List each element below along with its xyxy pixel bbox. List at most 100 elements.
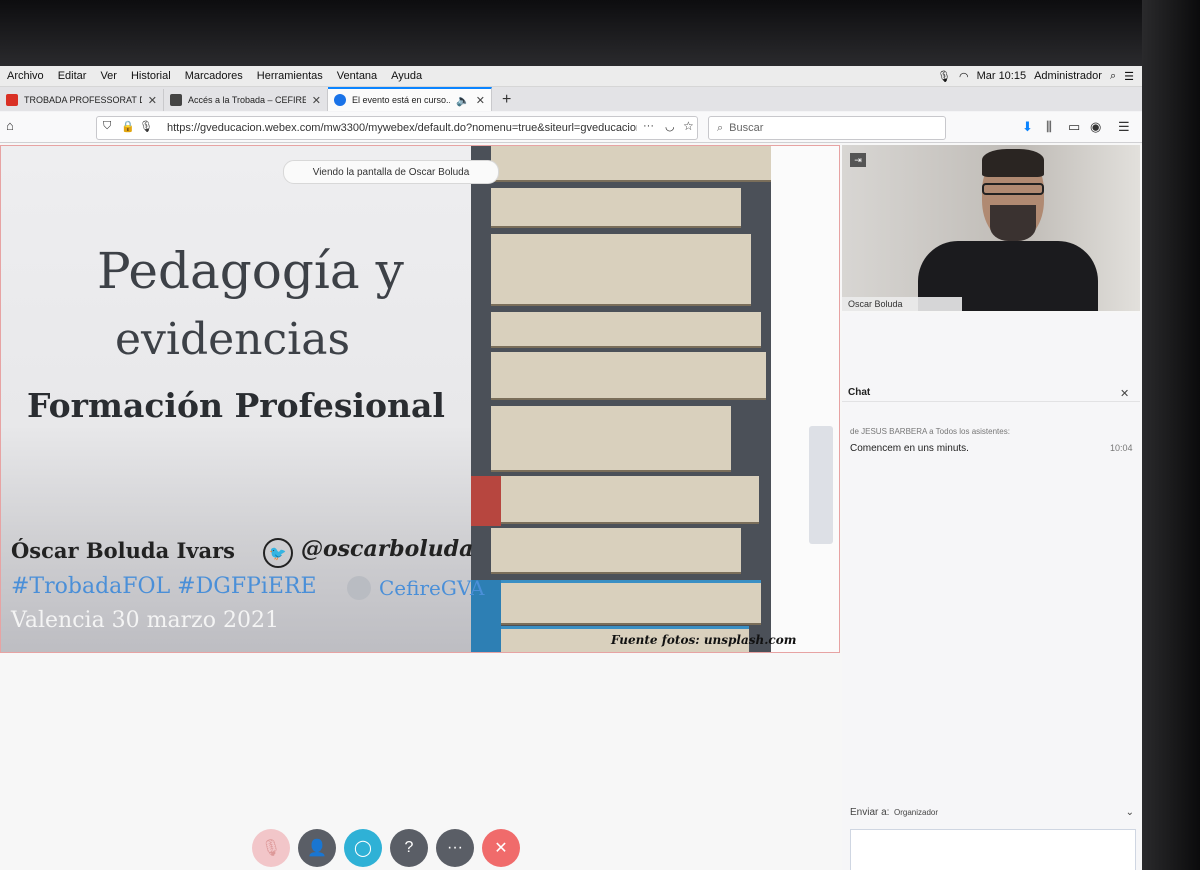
send-to-label: Enviar a: — [850, 807, 890, 818]
speaker-icon[interactable]: 🔈 — [456, 94, 470, 107]
more-icon[interactable]: ··· — [643, 120, 654, 132]
chat-header — [842, 383, 1140, 402]
expand-video-icon[interactable]: ⇥ — [850, 153, 866, 167]
sidebar-icon[interactable]: ▭ — [1068, 119, 1080, 135]
book — [491, 528, 741, 574]
navigation-bar: ⌂ ⛉ 🔒 🎙 https://gveducacion.webex.com/mw… — [0, 112, 1142, 143]
book — [491, 312, 761, 348]
home-icon[interactable]: ⌂ — [6, 118, 14, 133]
slide-title-line2: evidencias — [115, 314, 351, 365]
book — [491, 146, 771, 182]
tab-title: Accés a la Trobada – CEFIRE FP — [188, 95, 306, 105]
tab-strip: TROBADA PROFESSORAT DE L ✕ Accés a la Tr… — [0, 87, 1142, 111]
spotlight-search-icon[interactable]: ⌕ — [1110, 70, 1116, 83]
twitter-handle: @oscarboluda — [301, 536, 474, 562]
slide-author: Óscar Boluda Ivars — [11, 538, 236, 563]
chat-button[interactable]: ◯ — [344, 829, 382, 867]
close-tab-icon[interactable]: ✕ — [476, 94, 485, 107]
menu-historial[interactable]: Historial — [124, 70, 178, 82]
site-favicon-icon — [170, 94, 182, 106]
chat-bubble-icon: ◯ — [354, 840, 372, 857]
slide-subtitle: Formación Profesional — [27, 386, 445, 425]
close-tab-icon[interactable]: ✕ — [148, 94, 157, 107]
books-photo — [471, 146, 771, 652]
pocket-icon[interactable]: ◡ — [665, 120, 675, 133]
slide-margin — [771, 146, 839, 652]
book — [491, 580, 761, 625]
monitor-bezel-right — [1142, 0, 1200, 870]
book-spine — [471, 476, 501, 526]
menu-ayuda[interactable]: Ayuda — [384, 70, 429, 82]
microphone-permission-icon[interactable]: 🎙 — [139, 120, 153, 133]
menu-bar: Archivo Editar Ver Historial Marcadores … — [0, 66, 1142, 87]
more-icon: ··· — [447, 839, 463, 856]
participant-glasses — [982, 183, 1044, 195]
slide-cefire: CefireGVA — [379, 576, 485, 600]
book — [491, 476, 759, 524]
wifi-icon[interactable]: ◠ — [959, 70, 969, 83]
close-chat-icon[interactable]: ✕ — [1120, 387, 1129, 400]
library-icon[interactable]: ⫼ — [1046, 119, 1052, 135]
chat-message-sender: de JESUS BARBERA a Todos los asistentes: — [850, 427, 1010, 436]
viewing-screen-banner: Viendo la pantalla de Oscar Boluda — [283, 160, 499, 184]
photo-credit: Fuente fotos: unsplash.com — [611, 633, 797, 647]
url-bar[interactable]: ⛉ 🔒 🎙 https://gveducacion.webex.com/mw33… — [96, 116, 698, 140]
menu-herramientas[interactable]: Herramientas — [250, 70, 330, 82]
url-text[interactable]: https://gveducacion.webex.com/mw3300/myw… — [167, 122, 637, 134]
participants-button[interactable]: 👤 — [298, 829, 336, 867]
tab-cefire[interactable]: Accés a la Trobada – CEFIRE FP ✕ — [164, 89, 328, 111]
participant-video[interactable]: ⇥ Oscar Boluda — [842, 145, 1140, 311]
search-placeholder: Buscar — [729, 122, 764, 134]
gmail-icon — [6, 94, 18, 106]
menu-marcadores[interactable]: Marcadores — [178, 70, 250, 82]
menu-ver[interactable]: Ver — [93, 70, 124, 82]
tab-gmail[interactable]: TROBADA PROFESSORAT DE L ✕ — [0, 89, 164, 111]
tab-webex-event[interactable]: El evento está en curso... 🔈 ✕ — [328, 87, 492, 111]
monitor-bezel-top — [0, 0, 1200, 66]
hamburger-menu-icon[interactable]: ☰ — [1118, 119, 1130, 135]
close-icon: ✕ — [494, 840, 508, 857]
menu-archivo[interactable]: Archivo — [0, 70, 51, 82]
chevron-down-icon: ⌄ — [1125, 806, 1134, 818]
bookmark-star-icon[interactable]: ☆ — [683, 119, 694, 133]
downloads-icon[interactable]: ⬇ — [1022, 119, 1033, 135]
slide-place-date: Valencia 30 marzo 2021 — [11, 608, 279, 633]
shield-icon[interactable]: ⛉ — [103, 120, 111, 133]
lock-icon[interactable]: 🔒 — [121, 120, 135, 133]
webex-meeting: Viendo la pantalla de Oscar Boluda Pedag… — [0, 143, 1142, 870]
twitter-icon: 🐦 — [263, 538, 293, 568]
microphone-icon[interactable]: 🎙 — [937, 70, 951, 83]
send-to-select[interactable]: Organizador ⌄ — [894, 803, 1134, 821]
participants-icon: 👤 — [307, 840, 327, 857]
leave-meeting-button[interactable]: ✕ — [482, 829, 520, 867]
search-box[interactable]: ⌕ Buscar — [708, 116, 946, 140]
chat-message-input[interactable] — [850, 829, 1136, 870]
account-icon[interactable]: ◉ — [1090, 119, 1101, 135]
webex-icon — [334, 94, 346, 106]
tab-title: TROBADA PROFESSORAT DE L — [24, 95, 142, 105]
cefire-logo-icon — [347, 576, 371, 600]
close-tab-icon[interactable]: ✕ — [312, 94, 321, 107]
menu-editar[interactable]: Editar — [51, 70, 94, 82]
question-icon: ? — [404, 839, 414, 856]
participant-hair — [982, 149, 1044, 177]
new-tab-icon[interactable]: + — [492, 89, 521, 111]
participant-name: Oscar Boluda — [842, 297, 962, 311]
participant-beard — [990, 205, 1036, 241]
search-icon: ⌕ — [717, 121, 724, 134]
screen: Archivo Editar Ver Historial Marcadores … — [0, 66, 1142, 870]
slide-title-line1: Pedagogía y — [97, 242, 404, 300]
book — [491, 352, 766, 400]
shared-screen: Viendo la pantalla de Oscar Boluda Pedag… — [0, 145, 840, 653]
notification-center-icon[interactable]: ☰ — [1124, 70, 1134, 83]
microphone-muted-icon: 🎙 — [260, 840, 282, 857]
clock[interactable]: Mar 10:15 — [977, 70, 1027, 82]
user-menu[interactable]: Administrador — [1034, 70, 1102, 82]
book — [491, 234, 751, 306]
mute-button[interactable]: 🎙 — [252, 829, 290, 867]
chat-title: Chat — [848, 387, 871, 398]
scrollbar[interactable] — [809, 426, 833, 544]
qa-button[interactable]: ? — [390, 829, 428, 867]
more-options-button[interactable]: ··· — [436, 829, 474, 867]
menu-ventana[interactable]: Ventana — [330, 70, 384, 82]
